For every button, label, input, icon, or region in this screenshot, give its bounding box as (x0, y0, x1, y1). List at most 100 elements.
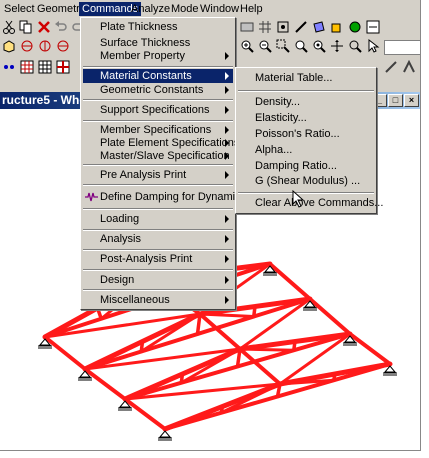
zoom-window-icon[interactable] (276, 39, 290, 53)
dynamic-zoom-icon[interactable] (312, 39, 326, 53)
submenu-arrow-icon (225, 255, 229, 263)
select-surfaces-icon[interactable] (348, 20, 362, 34)
menu-item-poissons-ratio[interactable]: Poisson's Ratio... (238, 127, 374, 141)
pan-icon[interactable] (330, 39, 344, 53)
zoom-out-icon[interactable] (258, 39, 272, 53)
menu-separator (83, 208, 233, 210)
table-grid-icon[interactable] (38, 60, 52, 74)
menu-item-plate-element-specifications[interactable]: Plate Element Specifications (83, 136, 239, 150)
menu-item-label: Geometric Constants (100, 84, 204, 96)
menu-item-label: Plate Thickness (100, 21, 178, 33)
truss-member (198, 312, 256, 318)
menu-window[interactable]: Window (197, 2, 242, 16)
back-view-icon[interactable] (38, 39, 52, 53)
select-beams-icon[interactable] (294, 20, 308, 34)
zoom-in-icon[interactable] (240, 39, 254, 53)
application-window: Select Geometry Commands Analyze Mode Wi… (0, 0, 421, 451)
submenu-arrow-icon (225, 106, 229, 114)
menu-item-shear-modulus[interactable]: G (Shear Modulus) ... (238, 174, 374, 188)
menu-item-material-constants[interactable]: Material Constants (83, 69, 233, 83)
submenu-arrow-icon (225, 276, 229, 284)
submenu-arrow-icon (225, 86, 229, 94)
select-plates-icon[interactable] (312, 20, 326, 34)
grid-icon[interactable] (258, 20, 272, 34)
menu-item-label: Material Constants (100, 70, 192, 82)
restore-icon[interactable]: □ (388, 94, 403, 107)
submenu-arrow-icon (225, 52, 229, 60)
menu-bar: Select Geometry Commands Analyze Mode Wi… (0, 0, 420, 17)
menu-item-support-specifications[interactable]: Support Specifications (83, 103, 233, 117)
menu-item-member-specifications[interactable]: Member Specifications (83, 123, 233, 137)
menu-item-pre-analysis-print[interactable]: Pre Analysis Print (83, 168, 233, 182)
menu-item-surface-thickness[interactable]: Surface Thickness (83, 36, 233, 50)
menu-item-label: Miscellaneous (100, 294, 170, 306)
node-cursor-icon[interactable] (2, 60, 16, 74)
copy-icon[interactable] (19, 20, 33, 34)
menu-item-label: Master/Slave Specification (100, 150, 230, 162)
select-solids-icon[interactable] (330, 20, 344, 34)
menu-item-clear-above-commands[interactable]: Clear Above Commands... (238, 196, 383, 210)
undo-icon[interactable] (54, 20, 68, 34)
menu-analyze[interactable]: Analyze (128, 2, 173, 16)
truss-member (123, 397, 167, 431)
menu-item-label: Analysis (100, 233, 141, 245)
menu-separator (83, 269, 233, 271)
submenu-arrow-icon (225, 171, 229, 179)
menu-item-member-property[interactable]: Member Property (83, 49, 233, 63)
submenu-arrow-icon (225, 296, 229, 304)
menu-item-density[interactable]: Density... (238, 95, 374, 109)
menu-item-loading[interactable]: Loading (83, 212, 233, 226)
left-view-icon[interactable] (56, 39, 70, 53)
menu-item-design[interactable]: Design (83, 273, 233, 287)
menu-item-define-damping[interactable]: Define Damping for Dynamics (83, 190, 246, 204)
menu-select[interactable]: Select (1, 2, 38, 16)
close-icon[interactable]: × (404, 94, 419, 107)
truss-member (43, 335, 87, 371)
toolbar-input[interactable] (384, 40, 420, 55)
menu-item-master-slave-specification[interactable]: Master/Slave Specification (83, 149, 233, 163)
menu-help[interactable]: Help (237, 2, 266, 16)
mouse-cursor-icon (292, 190, 304, 208)
menu-item-plate-thickness[interactable]: Plate Thickness (83, 20, 233, 34)
menu-item-material-table[interactable]: Material Table... (238, 71, 374, 85)
submenu-arrow-icon (225, 139, 229, 147)
view-icon[interactable] (240, 20, 254, 34)
material-constants-submenu: Material Table... Density... Elasticity.… (235, 67, 383, 214)
menu-item-miscellaneous[interactable]: Miscellaneous (83, 293, 233, 307)
menu-item-label: Define Damping for Dynamics (100, 191, 247, 203)
pointer-icon[interactable] (366, 39, 380, 53)
select-nodes-icon[interactable] (276, 20, 290, 34)
submenu-arrow-icon (225, 72, 229, 80)
menu-item-damping-ratio[interactable]: Damping Ratio... (238, 159, 374, 173)
truss-member (238, 347, 296, 352)
truss-member (252, 304, 257, 319)
menu-item-label: Design (100, 274, 135, 286)
damping-icon (85, 192, 98, 202)
menu-item-analysis[interactable]: Analysis (83, 232, 233, 246)
menu-separator (83, 229, 233, 231)
tool-b-icon[interactable] (402, 60, 416, 74)
isometric-view-icon[interactable] (2, 39, 16, 53)
front-view-icon[interactable] (20, 39, 34, 53)
menu-item-label: Surface Thickness (100, 37, 191, 49)
submenu-arrow-icon (225, 215, 229, 223)
select-all-icon[interactable] (366, 20, 380, 34)
support-icon (158, 430, 172, 441)
truss-member (308, 297, 352, 336)
magnify-icon[interactable] (348, 39, 362, 53)
zoom-extents-icon[interactable] (294, 39, 308, 53)
menu-separator (83, 164, 233, 166)
structure-grid-icon[interactable] (20, 60, 34, 74)
menu-item-geometric-constants[interactable]: Geometric Constants (83, 83, 233, 97)
cut-icon[interactable] (2, 20, 16, 34)
plate-grid-icon[interactable] (56, 60, 70, 74)
menu-item-label: Plate Element Specifications (100, 137, 240, 149)
tool-a-icon[interactable] (384, 60, 398, 74)
commands-menu: Plate Thickness Surface Thickness Member… (80, 17, 246, 310)
truss-member (83, 367, 127, 401)
delete-icon[interactable] (37, 20, 51, 34)
menu-item-alpha[interactable]: Alpha... (238, 143, 374, 157)
truss-member (348, 332, 392, 366)
menu-item-elasticity[interactable]: Elasticity... (238, 111, 374, 125)
menu-item-post-analysis-print[interactable]: Post-Analysis Print (83, 252, 233, 266)
